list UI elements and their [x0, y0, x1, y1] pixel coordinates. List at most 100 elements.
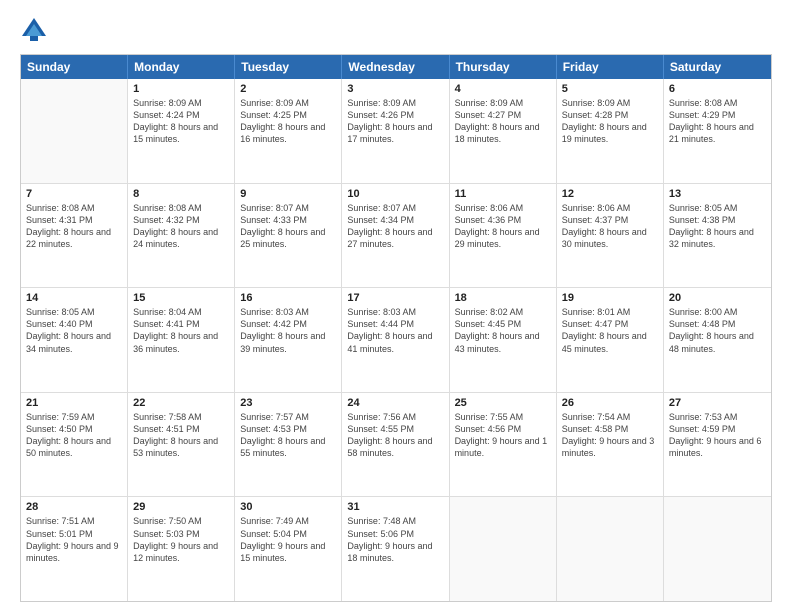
calendar-cell: 21 Sunrise: 7:59 AM Sunset: 4:50 PM Dayli… [21, 393, 128, 497]
day-number: 21 [26, 397, 122, 409]
calendar-cell: 6 Sunrise: 8:08 AM Sunset: 4:29 PM Daylig… [664, 79, 771, 183]
calendar-cell [21, 79, 128, 183]
day-number: 23 [240, 397, 336, 409]
calendar-cell: 20 Sunrise: 8:00 AM Sunset: 4:48 PM Dayli… [664, 288, 771, 392]
cell-sun-info: Sunrise: 8:07 AM Sunset: 4:34 PM Dayligh… [347, 202, 443, 251]
cell-sun-info: Sunrise: 8:06 AM Sunset: 4:37 PM Dayligh… [562, 202, 658, 251]
calendar-cell: 1 Sunrise: 8:09 AM Sunset: 4:24 PM Daylig… [128, 79, 235, 183]
cell-sun-info: Sunrise: 7:57 AM Sunset: 4:53 PM Dayligh… [240, 411, 336, 460]
cell-sun-info: Sunrise: 7:53 AM Sunset: 4:59 PM Dayligh… [669, 411, 766, 460]
day-number: 16 [240, 292, 336, 304]
day-number: 11 [455, 188, 551, 200]
cell-sun-info: Sunrise: 8:09 AM Sunset: 4:27 PM Dayligh… [455, 97, 551, 146]
calendar-cell: 3Sunrise: 8:09 AM Sunset: 4:26 PM Daylig… [342, 79, 449, 183]
header-day-sunday: Sunday [21, 55, 128, 79]
day-number: 31 [347, 501, 443, 513]
calendar-row-4: 21 Sunrise: 7:59 AM Sunset: 4:50 PM Dayli… [21, 393, 771, 498]
cell-sun-info: Sunrise: 8:08 AM Sunset: 4:32 PM Dayligh… [133, 202, 229, 251]
calendar-cell: 25 Sunrise: 7:55 AM Sunset: 4:56 PM Dayli… [450, 393, 557, 497]
calendar-cell: 9 Sunrise: 8:07 AM Sunset: 4:33 PM Daylig… [235, 184, 342, 288]
cell-sun-info: Sunrise: 7:56 AM Sunset: 4:55 PM Dayligh… [347, 411, 443, 460]
cell-sun-info: Sunrise: 8:09 AM Sunset: 4:28 PM Dayligh… [562, 97, 658, 146]
calendar-cell: 10 Sunrise: 8:07 AM Sunset: 4:34 PM Dayli… [342, 184, 449, 288]
day-number: 19 [562, 292, 658, 304]
day-number: 9 [240, 188, 336, 200]
cell-sun-info: Sunrise: 7:58 AM Sunset: 4:51 PM Dayligh… [133, 411, 229, 460]
calendar-cell: 16 Sunrise: 8:03 AM Sunset: 4:42 PM Dayli… [235, 288, 342, 392]
day-number: 17 [347, 292, 443, 304]
day-number: 26 [562, 397, 658, 409]
calendar-cell: 24 Sunrise: 7:56 AM Sunset: 4:55 PM Dayli… [342, 393, 449, 497]
day-number: 30 [240, 501, 336, 513]
day-number: 7 [26, 188, 122, 200]
header [20, 16, 772, 44]
calendar-cell: 29Sunrise: 7:50 AM Sunset: 5:03 PM Dayli… [128, 497, 235, 601]
day-number: 27 [669, 397, 766, 409]
cell-sun-info: Sunrise: 8:02 AM Sunset: 4:45 PM Dayligh… [455, 306, 551, 355]
calendar-cell: 19 Sunrise: 8:01 AM Sunset: 4:47 PM Dayli… [557, 288, 664, 392]
cell-sun-info: Sunrise: 8:09 AM Sunset: 4:26 PM Dayligh… [347, 97, 443, 146]
cell-sun-info: Sunrise: 8:07 AM Sunset: 4:33 PM Dayligh… [240, 202, 336, 251]
calendar-cell: 15Sunrise: 8:04 AM Sunset: 4:41 PM Dayli… [128, 288, 235, 392]
calendar-cell: 23 Sunrise: 7:57 AM Sunset: 4:53 PM Dayli… [235, 393, 342, 497]
cell-sun-info: Sunrise: 8:04 AM Sunset: 4:41 PM Dayligh… [133, 306, 229, 355]
day-number: 22 [133, 397, 229, 409]
cell-sun-info: Sunrise: 8:06 AM Sunset: 4:36 PM Dayligh… [455, 202, 551, 251]
day-number: 13 [669, 188, 766, 200]
cell-sun-info: Sunrise: 8:09 AM Sunset: 4:24 PM Dayligh… [133, 97, 229, 146]
calendar-cell [664, 497, 771, 601]
cell-sun-info: Sunrise: 8:08 AM Sunset: 4:31 PM Dayligh… [26, 202, 122, 251]
calendar-row-1: 1 Sunrise: 8:09 AM Sunset: 4:24 PM Daylig… [21, 79, 771, 184]
cell-sun-info: Sunrise: 7:54 AM Sunset: 4:58 PM Dayligh… [562, 411, 658, 460]
calendar-cell: 2 Sunrise: 8:09 AM Sunset: 4:25 PM Daylig… [235, 79, 342, 183]
calendar-header: SundayMondayTuesdayWednesdayThursdayFrid… [21, 55, 771, 79]
calendar-row-3: 14Sunrise: 8:05 AM Sunset: 4:40 PM Dayli… [21, 288, 771, 393]
calendar-cell: 14Sunrise: 8:05 AM Sunset: 4:40 PM Dayli… [21, 288, 128, 392]
cell-sun-info: Sunrise: 8:08 AM Sunset: 4:29 PM Dayligh… [669, 97, 766, 146]
day-number: 20 [669, 292, 766, 304]
cell-sun-info: Sunrise: 8:01 AM Sunset: 4:47 PM Dayligh… [562, 306, 658, 355]
header-day-thursday: Thursday [450, 55, 557, 79]
cell-sun-info: Sunrise: 8:00 AM Sunset: 4:48 PM Dayligh… [669, 306, 766, 355]
day-number: 12 [562, 188, 658, 200]
cell-sun-info: Sunrise: 8:05 AM Sunset: 4:38 PM Dayligh… [669, 202, 766, 251]
day-number: 10 [347, 188, 443, 200]
calendar-row-5: 28Sunrise: 7:51 AM Sunset: 5:01 PM Dayli… [21, 497, 771, 601]
header-day-wednesday: Wednesday [342, 55, 449, 79]
calendar-cell: 17 Sunrise: 8:03 AM Sunset: 4:44 PM Dayli… [342, 288, 449, 392]
day-number: 2 [240, 83, 336, 95]
header-day-friday: Friday [557, 55, 664, 79]
calendar-cell: 11 Sunrise: 8:06 AM Sunset: 4:36 PM Dayli… [450, 184, 557, 288]
day-number: 25 [455, 397, 551, 409]
calendar-cell [557, 497, 664, 601]
calendar-cell: 26 Sunrise: 7:54 AM Sunset: 4:58 PM Dayli… [557, 393, 664, 497]
calendar-cell: 7 Sunrise: 8:08 AM Sunset: 4:31 PM Daylig… [21, 184, 128, 288]
calendar-cell: 18 Sunrise: 8:02 AM Sunset: 4:45 PM Dayli… [450, 288, 557, 392]
calendar-cell: 5Sunrise: 8:09 AM Sunset: 4:28 PM Daylig… [557, 79, 664, 183]
day-number: 24 [347, 397, 443, 409]
day-number: 14 [26, 292, 122, 304]
cell-sun-info: Sunrise: 8:09 AM Sunset: 4:25 PM Dayligh… [240, 97, 336, 146]
cell-sun-info: Sunrise: 7:59 AM Sunset: 4:50 PM Dayligh… [26, 411, 122, 460]
day-number: 4 [455, 83, 551, 95]
calendar-cell: 13 Sunrise: 8:05 AM Sunset: 4:38 PM Dayli… [664, 184, 771, 288]
cell-sun-info: Sunrise: 7:55 AM Sunset: 4:56 PM Dayligh… [455, 411, 551, 460]
calendar-cell: 28Sunrise: 7:51 AM Sunset: 5:01 PM Dayli… [21, 497, 128, 601]
header-day-saturday: Saturday [664, 55, 771, 79]
day-number: 29 [133, 501, 229, 513]
calendar-cell: 8Sunrise: 8:08 AM Sunset: 4:32 PM Daylig… [128, 184, 235, 288]
cell-sun-info: Sunrise: 8:03 AM Sunset: 4:44 PM Dayligh… [347, 306, 443, 355]
day-number: 18 [455, 292, 551, 304]
page: SundayMondayTuesdayWednesdayThursdayFrid… [0, 0, 792, 612]
cell-sun-info: Sunrise: 8:03 AM Sunset: 4:42 PM Dayligh… [240, 306, 336, 355]
calendar-cell: 30 Sunrise: 7:49 AM Sunset: 5:04 PM Dayli… [235, 497, 342, 601]
day-number: 1 [133, 83, 229, 95]
logo-icon [20, 16, 48, 44]
calendar-cell: 4 Sunrise: 8:09 AM Sunset: 4:27 PM Daylig… [450, 79, 557, 183]
cell-sun-info: Sunrise: 7:48 AM Sunset: 5:06 PM Dayligh… [347, 515, 443, 564]
header-day-tuesday: Tuesday [235, 55, 342, 79]
cell-sun-info: Sunrise: 7:51 AM Sunset: 5:01 PM Dayligh… [26, 515, 122, 564]
cell-sun-info: Sunrise: 7:49 AM Sunset: 5:04 PM Dayligh… [240, 515, 336, 564]
calendar: SundayMondayTuesdayWednesdayThursdayFrid… [20, 54, 772, 602]
day-number: 6 [669, 83, 766, 95]
